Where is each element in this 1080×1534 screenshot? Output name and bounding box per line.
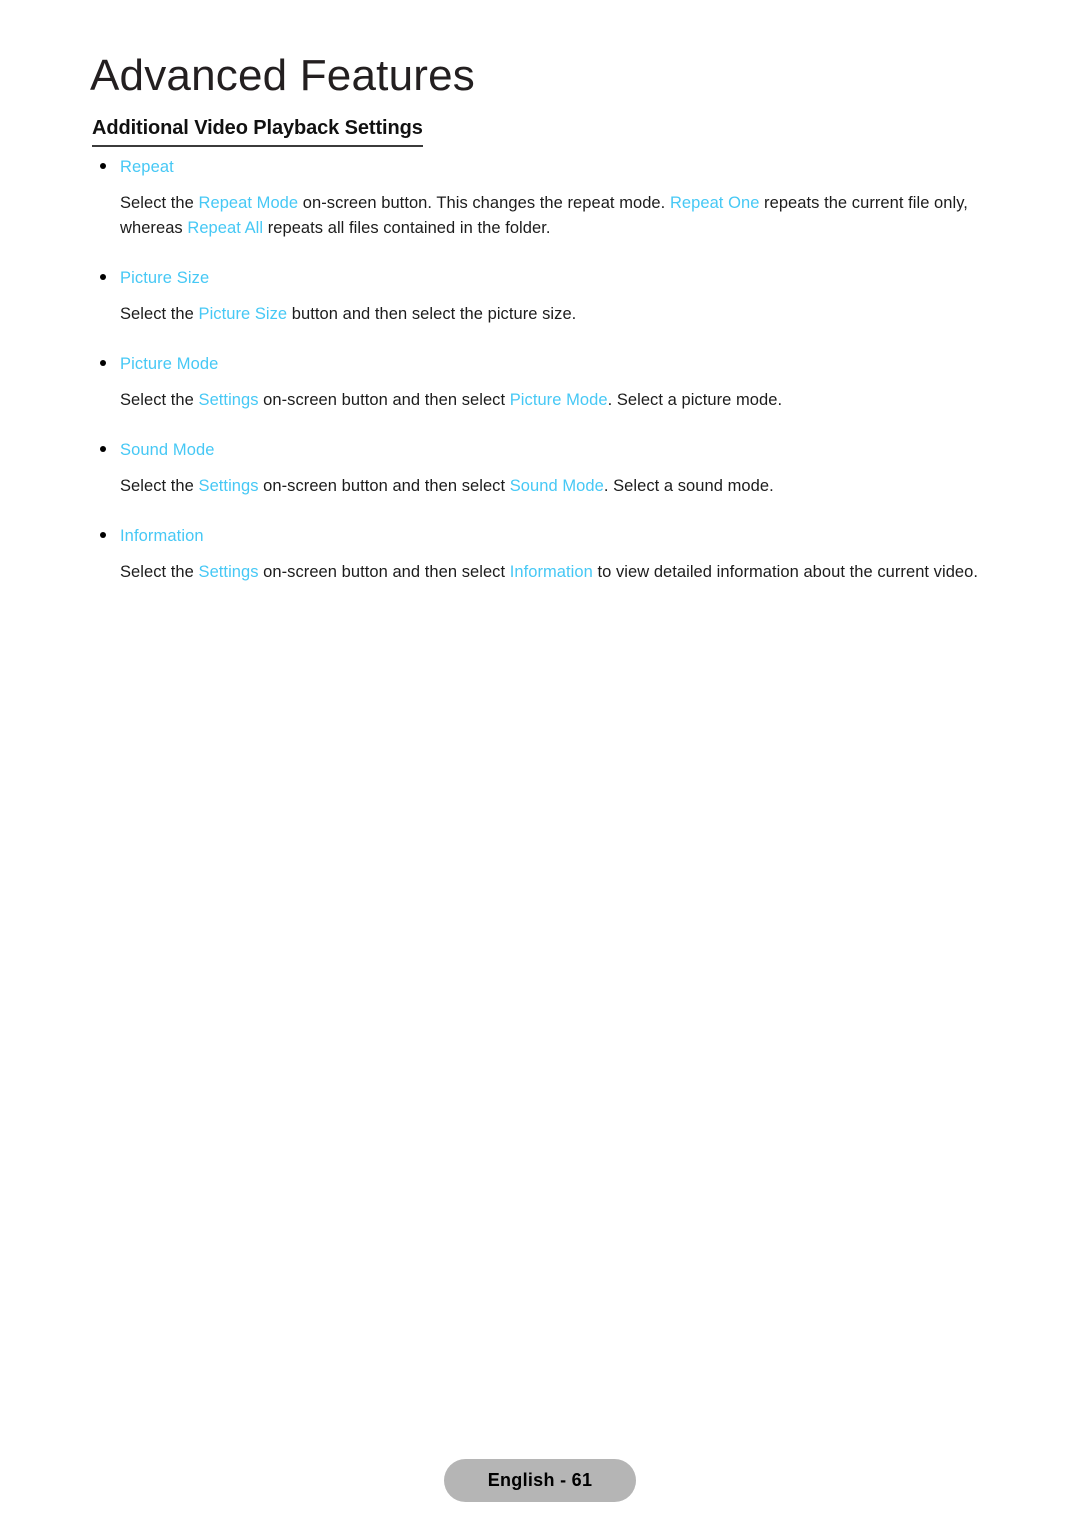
text-fragment: . Select a picture mode. xyxy=(607,391,783,409)
bullet-label-sound-mode: Sound Mode xyxy=(120,441,215,459)
entry-sound-mode: Sound Mode Select the Settings on-screen… xyxy=(0,435,1080,521)
text-fragment: Select the xyxy=(120,391,199,409)
paragraph-repeat: Select the Repeat Mode on-screen button.… xyxy=(0,191,1080,241)
ui-term-settings: Settings xyxy=(198,563,259,581)
entry-repeat: Repeat Select the Repeat Mode on-screen … xyxy=(0,152,1080,263)
text-fragment: Select the xyxy=(120,194,199,212)
bullet-label-information: Information xyxy=(120,527,204,545)
paragraph-picture-mode: Select the Settings on-screen button and… xyxy=(0,388,1080,413)
text-fragment: on-screen button. This changes the repea… xyxy=(298,194,670,212)
page-number-badge: English - 61 xyxy=(443,1459,637,1502)
bullet-item-sound-mode: Sound Mode xyxy=(0,435,1080,465)
bullet-label-picture-mode: Picture Mode xyxy=(120,355,219,373)
bullet-dot-icon xyxy=(100,532,106,538)
paragraph-sound-mode: Select the Settings on-screen button and… xyxy=(0,474,1080,499)
bullet-dot-icon xyxy=(100,274,106,280)
bullet-dot-icon xyxy=(100,163,106,169)
bullet-item-information: Information xyxy=(0,521,1080,551)
bullet-dot-icon xyxy=(100,446,106,452)
text-fragment: Select the xyxy=(120,563,199,581)
ui-term-picture-mode: Picture Mode xyxy=(509,391,608,409)
ui-term-information: Information xyxy=(509,563,593,581)
entry-picture-mode: Picture Mode Select the Settings on-scre… xyxy=(0,349,1080,435)
bullet-item-repeat: Repeat xyxy=(0,152,1080,182)
entry-picture-size: Picture Size Select the Picture Size but… xyxy=(0,263,1080,349)
content-body: Repeat Select the Repeat Mode on-screen … xyxy=(0,152,1080,585)
manual-page: Advanced Features Additional Video Playb… xyxy=(0,0,1080,1534)
paragraph-picture-size: Select the Picture Size button and then … xyxy=(0,302,1080,327)
section-heading: Additional Video Playback Settings xyxy=(92,117,423,147)
bullet-label-picture-size: Picture Size xyxy=(120,269,210,287)
text-fragment: on-screen button and then select xyxy=(258,391,510,409)
text-fragment: on-screen button and then select xyxy=(258,477,510,495)
ui-term-settings: Settings xyxy=(198,391,259,409)
chapter-title: Advanced Features xyxy=(90,51,475,100)
ui-term-settings: Settings xyxy=(198,477,259,495)
bullet-label-repeat: Repeat xyxy=(120,158,174,176)
text-fragment: Select the xyxy=(120,477,199,495)
text-fragment: repeats all files contained in the folde… xyxy=(263,219,551,237)
bullet-item-picture-size: Picture Size xyxy=(0,263,1080,293)
bullet-item-picture-mode: Picture Mode xyxy=(0,349,1080,379)
ui-term-picture-size: Picture Size xyxy=(198,305,288,323)
text-fragment: . Select a sound mode. xyxy=(603,477,774,495)
ui-term-repeat-one: Repeat One xyxy=(669,194,760,212)
paragraph-information: Select the Settings on-screen button and… xyxy=(0,560,1080,585)
ui-term-repeat-all: Repeat All xyxy=(187,219,264,237)
bullet-dot-icon xyxy=(100,360,106,366)
page-footer: English - 61 xyxy=(0,1459,1080,1502)
entry-information: Information Select the Settings on-scree… xyxy=(0,521,1080,585)
text-fragment: button and then select the picture size. xyxy=(287,305,577,323)
text-fragment: Select the xyxy=(120,305,199,323)
ui-term-repeat-mode: Repeat Mode xyxy=(198,194,299,212)
text-fragment: on-screen button and then select xyxy=(258,563,510,581)
ui-term-sound-mode: Sound Mode xyxy=(509,477,604,495)
text-fragment: to view detailed information about the c… xyxy=(592,563,979,581)
